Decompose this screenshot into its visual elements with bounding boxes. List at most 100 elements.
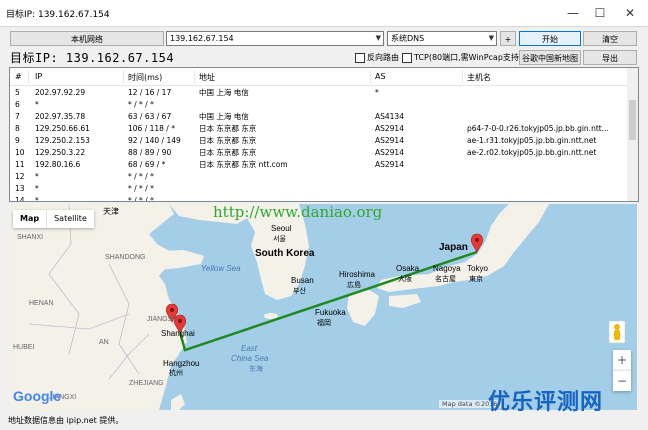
cell-time: 63 / 63 / 67 — [128, 112, 172, 121]
cell-ip: 129.250.66.61 — [35, 124, 90, 133]
cell-ip: * — [35, 184, 39, 193]
map-label-hangzhou-cn: 杭州 — [169, 370, 183, 377]
minimize-button[interactable]: — — [558, 0, 588, 26]
map-label-south-korea: South Korea — [255, 248, 315, 259]
map-label-tokyo: Tokyo — [467, 264, 488, 273]
col-header-as[interactable]: AS — [375, 72, 386, 81]
cell-ip: 129.250.3.22 — [35, 148, 86, 157]
maximize-button[interactable]: ☐ — [585, 0, 615, 26]
export-button[interactable]: 导出 — [583, 50, 637, 65]
clear-button[interactable]: 清空 — [583, 31, 637, 46]
map-label-hubei: HUBEI — [13, 344, 35, 351]
map-label-fukuoka-cn: 福岡 — [317, 320, 331, 327]
checkbox-box[interactable] — [355, 52, 365, 63]
cell-as: AS4134 — [375, 112, 404, 121]
table-row[interactable]: 14 * * / * / * — [10, 195, 627, 202]
title-bar: 目标IP: 139.162.67.154 — ☐ ✕ — [0, 0, 648, 27]
table-row[interactable]: 7 202.97.35.78 63 / 63 / 67 中国 上海 电信 AS4134 — [10, 111, 627, 123]
cell-index: 12 — [15, 172, 25, 181]
cell-ip: 202.97.92.29 — [35, 88, 86, 97]
table-row[interactable]: 8 129.250.66.61 106 / 118 / * 日本 东京都 东京 AS29… — [10, 123, 627, 135]
google-map-button[interactable]: 谷歌中国新地图 — [519, 50, 581, 65]
map-tab[interactable]: Map — [13, 210, 46, 228]
cell-time: * / * / * — [128, 196, 154, 202]
scrollbar-thumb[interactable] — [629, 100, 636, 140]
map-label-nagoya-cn: 名古屋 — [435, 276, 456, 283]
cell-index: 7 — [15, 112, 20, 121]
start-button[interactable]: 开始 — [519, 31, 581, 46]
table-row[interactable]: 13 * * / * / * — [10, 183, 627, 195]
zoom-out-button[interactable]: − — [613, 370, 631, 391]
column-divider[interactable] — [462, 70, 463, 83]
add-dns-button[interactable]: + — [500, 31, 516, 46]
cell-as: AS2914 — [375, 160, 404, 169]
map-label-shanghai: Shanghai — [161, 329, 195, 338]
cell-ip: * — [35, 100, 39, 109]
satellite-tab[interactable]: Satellite — [46, 210, 94, 228]
map-label-osaka-cn: 大阪 — [398, 276, 412, 283]
checkbox-box[interactable] — [402, 52, 412, 63]
tcp-label: TCP(80端口,需WinPcap支持) — [414, 53, 523, 62]
local-network-button[interactable]: 本机网络 — [10, 31, 164, 46]
map-label-tokyo-cn: 東京 — [469, 276, 483, 283]
cell-index: 11 — [15, 160, 25, 169]
reverse-route-checkbox[interactable]: 反向路由 — [355, 52, 399, 63]
column-divider[interactable] — [370, 70, 371, 83]
target-ip-value: 139.162.67.154 — [170, 34, 234, 43]
map-label-shandong: SHANDONG — [105, 254, 146, 261]
col-header-ip[interactable]: IP — [35, 72, 42, 81]
table-row[interactable]: 5 202.97.92.29 12 / 16 / 17 中国 上海 电信 * — [10, 87, 627, 99]
cell-as: AS2914 — [375, 136, 404, 145]
map-label-east-china-sea: East — [241, 344, 258, 353]
cell-location: 中国 上海 电信 — [199, 112, 249, 121]
close-button[interactable]: ✕ — [615, 0, 645, 26]
cell-location: 日本 东京都 东京 — [199, 148, 257, 157]
cell-time: 12 / 16 / 17 — [128, 88, 172, 97]
dns-value: 系统DNS — [391, 34, 425, 43]
cell-ip: 129.250.2.153 — [35, 136, 90, 145]
map-label-hangzhou: Hangzhou — [163, 359, 200, 368]
tcp-checkbox[interactable]: TCP(80端口,需WinPcap支持) — [402, 52, 522, 63]
cell-time: * / * / * — [128, 100, 154, 109]
cell-index: 9 — [15, 136, 20, 145]
map-label-henan: HENAN — [29, 300, 54, 307]
table-row[interactable]: 12 * * / * / * — [10, 171, 627, 183]
target-ip-heading: 目标IP: 139.162.67.154 — [10, 51, 175, 65]
map-label-seoul-cn: 서울 — [273, 236, 286, 243]
dns-select[interactable]: 系统DNS ▼ — [387, 31, 497, 46]
col-header-hostname[interactable]: 主机名 — [467, 72, 491, 83]
col-header-location[interactable]: 地址 — [199, 72, 215, 83]
cell-time: 92 / 140 / 149 — [128, 136, 181, 145]
route-map[interactable]: Map Satellite 天津 SHANXI SHANDONG HENAN J… — [9, 204, 637, 410]
table-row[interactable]: 11 192.80.16.6 68 / 69 / * 日本 东京都 东京 ntt.co… — [10, 159, 627, 171]
table-row[interactable]: 10 129.250.3.22 88 / 89 / 90 日本 东京都 东京 AS291… — [10, 147, 627, 159]
brand-watermark: 优乐评测网 — [488, 390, 604, 415]
map-label-japan: Japan — [439, 242, 468, 253]
map-label-nagoya: Nagoya — [433, 264, 461, 273]
cell-index: 6 — [15, 100, 20, 109]
table-row[interactable]: 6 * * / * / * — [10, 99, 627, 111]
cell-ip: 202.97.35.78 — [35, 112, 86, 121]
table-header: # IP 时间(ms) 地址 AS 主机名 — [10, 68, 627, 86]
col-header-time[interactable]: 时间(ms) — [128, 72, 162, 83]
map-type-control[interactable]: Map Satellite — [13, 210, 94, 228]
table-row[interactable]: 9 129.250.2.153 92 / 140 / 149 日本 东京都 东京 AS2… — [10, 135, 627, 147]
land-taiwan — [171, 394, 185, 410]
column-divider[interactable] — [194, 70, 195, 83]
cell-index: 5 — [15, 88, 20, 97]
column-divider[interactable] — [123, 70, 124, 83]
vertical-scrollbar[interactable] — [627, 68, 638, 201]
map-canvas[interactable] — [9, 204, 637, 410]
column-divider[interactable] — [28, 70, 29, 83]
map-label-seoul: Seoul — [271, 224, 292, 233]
map-label-tianjin: 天津 — [103, 207, 119, 216]
cell-time: 68 / 69 / * — [128, 160, 166, 169]
cell-time: * / * / * — [128, 184, 154, 193]
target-ip-combo[interactable]: 139.162.67.154 ▼ — [166, 31, 384, 46]
map-label-jiangsu: JIANGSU — [147, 316, 178, 323]
col-header-index[interactable]: # — [15, 72, 22, 81]
cell-as: * — [375, 88, 379, 97]
cell-location: 日本 东京都 东京 ntt.com — [199, 160, 288, 169]
trace-table[interactable]: # IP 时间(ms) 地址 AS 主机名 5 202.97.92.29 12 / … — [9, 67, 639, 202]
zoom-in-button[interactable]: + — [613, 350, 631, 370]
